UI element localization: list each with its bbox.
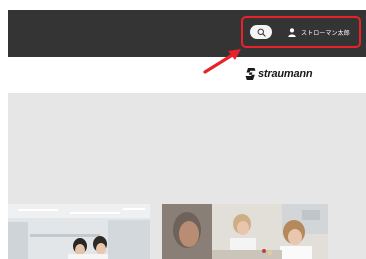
dental-team-photo[interactable] (162, 204, 328, 259)
arrow-icon (203, 49, 241, 74)
page: ストローマン太郎 straumann (0, 0, 366, 259)
highlight-box (241, 16, 361, 48)
lab-photo-image (8, 204, 150, 259)
straumann-logo-mark (245, 68, 256, 80)
dental-team-photo-image (162, 204, 328, 259)
logo-text: straumann (258, 68, 313, 80)
straumann-logo[interactable]: straumann (245, 67, 313, 81)
lab-photo[interactable] (8, 204, 150, 259)
